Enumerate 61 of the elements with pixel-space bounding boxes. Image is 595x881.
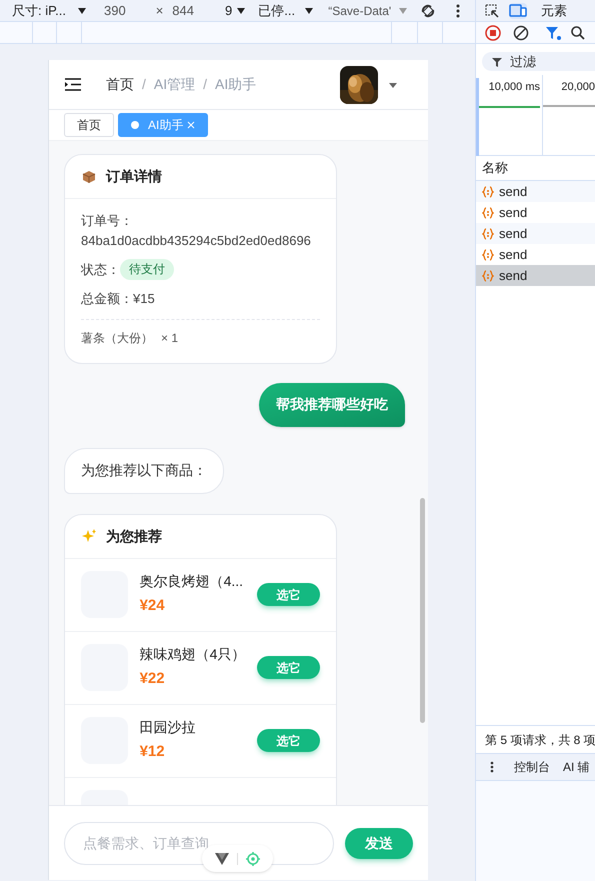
item-name: 薯条（大份） <box>81 330 153 346</box>
item-quantity: × 1 <box>161 330 178 346</box>
product-price: ¥12 <box>140 742 166 762</box>
throttle-select[interactable]: 已停... <box>258 0 296 20</box>
close-icon[interactable] <box>187 121 196 129</box>
braces-icon[interactable] <box>482 248 494 260</box>
record-icon[interactable] <box>485 24 501 40</box>
bot-message: 为您推荐以下商品： <box>64 448 224 494</box>
order-number: 84ba1d0acdbb435294c5bd2ed0ed8696 <box>81 232 312 250</box>
message-input[interactable]: 点餐需求、订单查询 <box>64 822 334 864</box>
breadcrumb-separator: / <box>142 75 146 94</box>
braces-icon[interactable] <box>482 228 494 240</box>
card-title: 为您推荐 <box>106 526 162 546</box>
breadcrumb-separator: / <box>203 75 208 94</box>
times-label: × <box>156 2 164 20</box>
card-title: 订单详情 <box>106 167 162 186</box>
vue-logo-icon[interactable] <box>215 852 229 864</box>
box-icon[interactable] <box>82 170 96 184</box>
caret-icon[interactable] <box>236 6 246 16</box>
product-name: 奥尔良烤翅（4... <box>140 572 244 592</box>
device-toolbar-icon[interactable] <box>509 2 527 18</box>
inspect-icon[interactable] <box>484 2 500 18</box>
search-icon[interactable] <box>571 26 585 40</box>
filter-field[interactable]: 过滤 <box>482 52 595 71</box>
page-tab[interactable]: 首页 <box>64 113 114 137</box>
clear-icon[interactable] <box>513 24 529 40</box>
filter-icon[interactable] <box>492 56 502 66</box>
request-row[interactable]: send <box>476 223 595 244</box>
rotate-icon[interactable] <box>420 2 436 18</box>
user-message: 帮我推荐哪些好吃 <box>259 382 405 426</box>
tick-label: 20,000 <box>561 80 595 95</box>
more-icon[interactable] <box>490 761 494 773</box>
height-field[interactable]: 844 <box>172 0 194 20</box>
braces-icon[interactable] <box>482 206 494 218</box>
product-name: 辣味鸡翅（4只） <box>140 645 246 664</box>
caret-icon[interactable] <box>77 6 87 16</box>
total-amount: 总金额：¥15 <box>81 289 320 320</box>
panel-tab[interactable]: 元素 <box>541 0 567 20</box>
drawer-tab[interactable]: 控制台 <box>514 758 550 776</box>
menu-icon[interactable] <box>65 78 81 91</box>
dpr-select[interactable]: 9 <box>225 0 232 20</box>
caret-icon[interactable] <box>304 6 314 16</box>
request-row[interactable]: send <box>476 181 595 202</box>
device-select[interactable]: 尺寸: iP... <box>12 0 75 20</box>
status-badge: 待支付 <box>120 259 174 280</box>
more-icon[interactable] <box>456 4 460 18</box>
filter-icon[interactable] <box>545 24 561 40</box>
order-label: 订单号： <box>81 212 134 230</box>
drawer-tab[interactable]: AI 辅 <box>563 758 590 776</box>
status-label: 状态： <box>81 260 120 279</box>
product-name: 田园沙拉 <box>140 718 197 738</box>
timeline-bar <box>478 106 540 108</box>
save-data-select[interactable]: “Save-Data' <box>328 2 396 20</box>
tick-label: 10,000 ms <box>488 80 540 95</box>
braces-icon[interactable] <box>482 186 494 198</box>
timeline-bar <box>543 104 595 106</box>
request-row[interactable]: send <box>476 265 595 286</box>
width-field[interactable]: 390 <box>104 0 126 20</box>
product-price: ¥22 <box>140 669 166 690</box>
breadcrumb-item[interactable]: 首页 <box>106 74 134 95</box>
product-price: ¥24 <box>140 596 166 616</box>
